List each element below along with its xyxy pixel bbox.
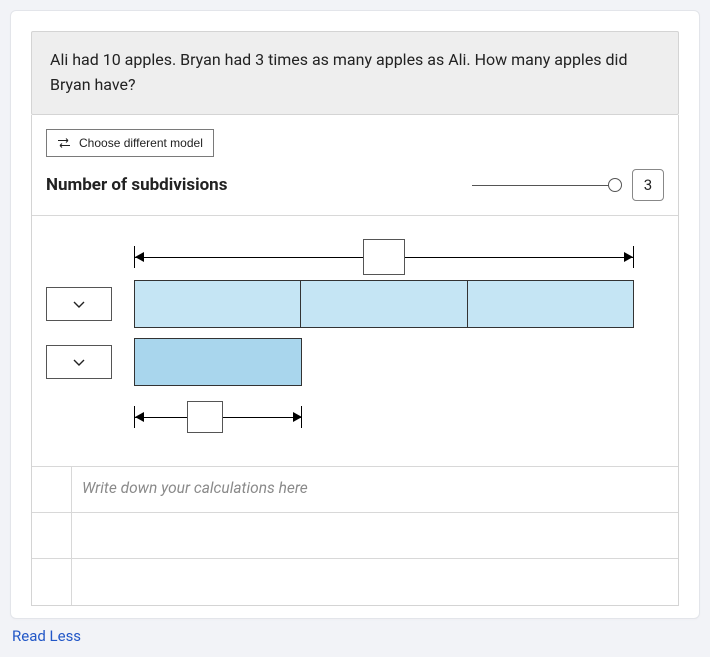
choose-model-label: Choose different model bbox=[79, 136, 203, 150]
subdivisions-label: Number of subdivisions bbox=[46, 175, 227, 195]
calc-gutter bbox=[32, 513, 72, 558]
bar-row-1 bbox=[46, 280, 664, 328]
bar-model-area bbox=[32, 216, 678, 466]
bar-1[interactable] bbox=[134, 280, 634, 328]
exercise-card: Ali had 10 apples. Bryan had 3 times as … bbox=[10, 10, 700, 619]
calc-gutter bbox=[32, 467, 72, 512]
slider-knob[interactable] bbox=[608, 178, 622, 192]
calc-input-1[interactable]: Write down your calculations here bbox=[72, 467, 678, 512]
question-text: Ali had 10 apples. Bryan had 3 times as … bbox=[31, 31, 679, 115]
total-span-arrow bbox=[134, 244, 634, 270]
swap-icon bbox=[57, 138, 71, 148]
bottom-arrow-row bbox=[46, 396, 664, 430]
bar2-seg-1[interactable] bbox=[135, 339, 301, 385]
calc-row-3 bbox=[32, 559, 678, 605]
bar-row-2 bbox=[46, 338, 664, 386]
calc-row-2 bbox=[32, 513, 678, 559]
bar1-dropdown[interactable] bbox=[46, 287, 112, 321]
subdivisions-row: Number of subdivisions 3 bbox=[32, 165, 678, 216]
top-arrow-row bbox=[46, 244, 664, 270]
unit-span-arrow bbox=[134, 404, 302, 430]
calc-input-2[interactable] bbox=[72, 513, 678, 558]
calc-row-1: Write down your calculations here bbox=[32, 467, 678, 513]
total-span-input[interactable] bbox=[363, 239, 405, 275]
chevron-down-icon bbox=[73, 353, 85, 371]
chevron-down-icon bbox=[73, 295, 85, 313]
bar1-seg-3[interactable] bbox=[467, 281, 633, 327]
toolbar: Choose different model bbox=[32, 115, 678, 165]
calculations-area: Write down your calculations here bbox=[32, 466, 678, 605]
subdivisions-slider[interactable] bbox=[472, 175, 622, 195]
subdivisions-value: 3 bbox=[632, 169, 664, 201]
calc-input-3[interactable] bbox=[72, 559, 678, 605]
read-less-link[interactable]: Read Less bbox=[12, 627, 81, 645]
choose-model-button[interactable]: Choose different model bbox=[46, 129, 214, 157]
bar-2[interactable] bbox=[134, 338, 302, 386]
bar1-seg-1[interactable] bbox=[135, 281, 300, 327]
unit-span-input[interactable] bbox=[187, 401, 223, 433]
calc-placeholder: Write down your calculations here bbox=[82, 479, 308, 497]
subdivisions-control: 3 bbox=[472, 169, 664, 201]
bar2-dropdown[interactable] bbox=[46, 345, 112, 379]
work-area: Choose different model Number of subdivi… bbox=[31, 115, 679, 606]
bar1-seg-2[interactable] bbox=[300, 281, 466, 327]
calc-gutter bbox=[32, 559, 72, 605]
